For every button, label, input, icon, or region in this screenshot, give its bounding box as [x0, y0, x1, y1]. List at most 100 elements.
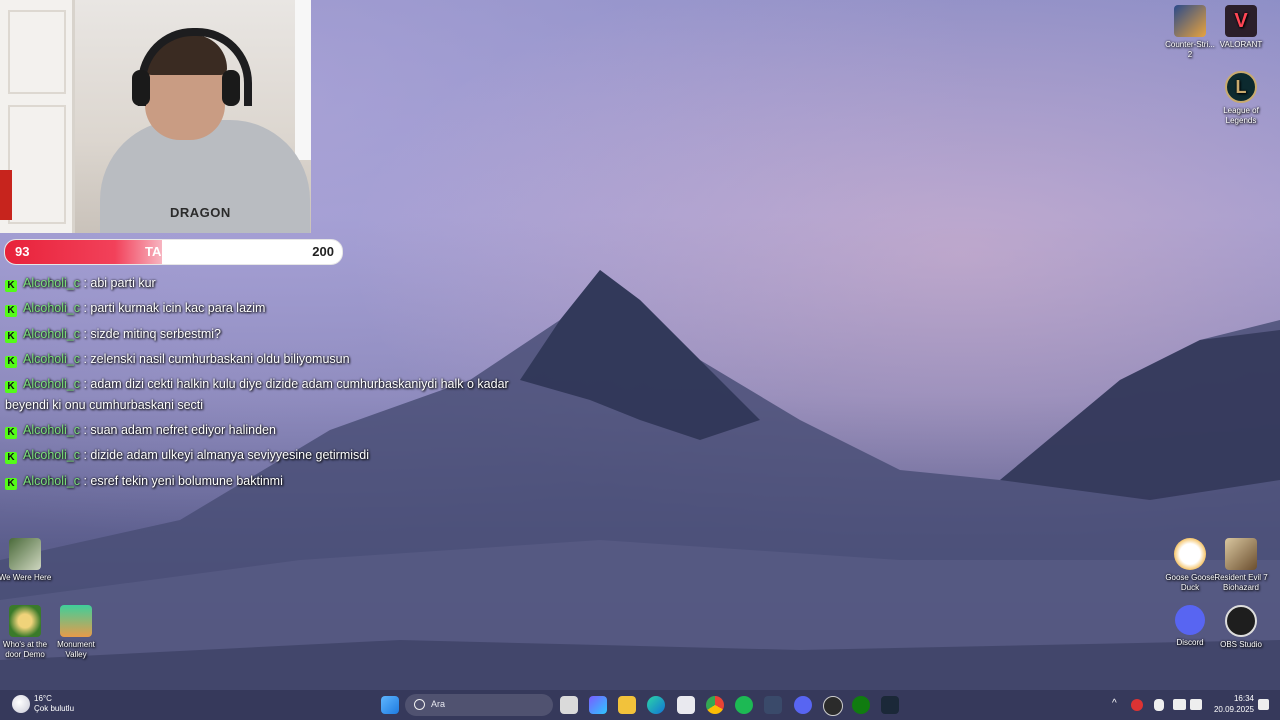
app-icon[interactable] [764, 696, 782, 714]
valorant-icon: V [1225, 5, 1257, 37]
chat-message: K Alcoholi_c : abi parti kur [5, 273, 525, 294]
webcam-red-light [0, 170, 12, 220]
desktop-icon-whos-at-door[interactable]: Who's at the door Demo [0, 605, 53, 660]
task-view-icon[interactable] [560, 696, 578, 714]
goose-icon [1174, 538, 1206, 570]
we-were-here-icon [9, 538, 41, 570]
desktop-icon-label: Goose Goose Duck [1165, 573, 1215, 592]
monument-valley-icon [60, 605, 92, 637]
chat-username: Alcoholi_c [23, 473, 80, 488]
shirt-text: DRAGON [170, 205, 231, 220]
windows-start-icon[interactable] [381, 696, 399, 714]
chat-username: Alcoholi_c [23, 422, 80, 437]
league-icon: L [1225, 71, 1257, 103]
chat-username: Alcoholi_c [23, 377, 80, 392]
discord-taskbar-icon[interactable] [794, 696, 812, 714]
chat-text: : suan adam nefret ediyor halinden [79, 422, 276, 437]
chat-message: K Alcoholi_c : esref tekin yeni bolumune … [5, 471, 525, 492]
chat-username: Alcoholi_c [23, 301, 80, 316]
taskbar: 16°C Çok bulutlu Ara ^ 16:34 20.09.2025 [0, 690, 1280, 720]
desktop-icon-label: VALORANT [1219, 40, 1263, 49]
desktop-icon-discord[interactable]: Discord [1162, 605, 1218, 648]
edge-icon[interactable] [647, 696, 665, 714]
desktop-icon-obs[interactable]: OBS Studio [1213, 605, 1269, 650]
desktop-icon-goose-goose-duck[interactable]: Goose Goose Duck [1162, 538, 1218, 593]
kick-badge-icon: K [5, 355, 17, 368]
webcam-window [295, 0, 311, 160]
kick-badge-icon: K [5, 330, 17, 343]
chat-username: Alcoholi_c [23, 326, 80, 341]
chat-username: Alcoholi_c [23, 276, 80, 290]
whos-at-door-icon [9, 605, 41, 637]
desktop-icon-league[interactable]: L League of Legends [1213, 71, 1269, 126]
desktop-icon-label: League of Legends [1223, 106, 1259, 125]
microphone-icon[interactable] [1154, 699, 1164, 711]
discord-icon [1175, 605, 1205, 635]
file-explorer-icon[interactable] [618, 696, 636, 714]
chat-text: : esref tekin yeni bolumune baktinmi [79, 473, 283, 488]
chat-message: K Alcoholi_c : zelenski nasil cumhurbaska… [5, 349, 525, 370]
kick-badge-icon: K [5, 280, 17, 292]
search-placeholder: Ara [431, 699, 446, 709]
chat-message: K Alcoholi_c : dizide adam ulkeyi almanya… [5, 445, 525, 466]
chat-username: Alcoholi_c [23, 448, 80, 463]
chat-username: Alcoholi_c [23, 351, 80, 366]
desktop-icon-label: Counter-Stri... 2 [1165, 40, 1215, 59]
chat-text: : adam dizi cekti halkin kulu diye dizid… [5, 377, 509, 412]
counter-strike-icon [1174, 5, 1206, 37]
chat-message: K Alcoholi_c : suan adam nefret ediyor ha… [5, 420, 525, 441]
clock-date: 20.09.2025 [1213, 705, 1254, 714]
obs-icon [1225, 605, 1257, 637]
obs-taskbar-icon[interactable] [823, 696, 843, 716]
spotify-icon[interactable] [735, 696, 753, 714]
desktop-icon-counter-strike[interactable]: Counter-Stri... 2 [1162, 5, 1218, 60]
desktop-icon-label: Monument Valley [57, 640, 95, 659]
tray-app-icon[interactable] [1131, 699, 1143, 711]
headset-ear-left [132, 70, 150, 106]
kick-badge-icon: K [5, 452, 17, 465]
chat-message: K Alcoholi_c : sizde mitinq serbestmi? [5, 324, 525, 345]
kick-badge-icon: K [5, 477, 17, 490]
taskbar-search[interactable]: Ara [405, 694, 553, 716]
desktop-icon-valorant[interactable]: V VALORANT [1213, 5, 1269, 50]
follower-goal-target: 200 [312, 244, 334, 259]
desktop-icon-we-were-here[interactable]: We Were Here [0, 538, 53, 583]
clock-time: 16:34 [1233, 694, 1254, 703]
desktop-icon-resident-evil[interactable]: Resident Evil 7 Biohazard [1213, 538, 1269, 593]
search-icon [414, 699, 425, 710]
follower-goal-current: 93 [15, 244, 30, 259]
steam-icon[interactable] [881, 696, 899, 714]
follower-goal-bar: 93 TAKIPSS 200 [4, 239, 343, 265]
xbox-icon[interactable] [852, 696, 870, 714]
store-icon[interactable] [677, 696, 695, 714]
chrome-icon[interactable] [706, 696, 724, 714]
clock[interactable]: 16:34 20.09.2025 [1210, 693, 1254, 715]
notification-bell-icon[interactable] [1258, 699, 1269, 710]
chat-text: : parti kurmak icin kac para lazim [79, 301, 266, 316]
weather-cloud-icon[interactable] [12, 695, 30, 713]
desktop-icon-label: Resident Evil 7 Biohazard [1214, 573, 1268, 592]
chat-text: : zelenski nasil cumhurbaskani oldu bili… [79, 351, 350, 366]
chat-text: : abi parti kur [79, 276, 156, 290]
network-icon[interactable] [1173, 699, 1186, 710]
webcam-overlay: DRAGON [0, 0, 311, 233]
chat-overlay: K Alcoholi_c : abi parti kur K Alcoholi_c … [5, 273, 525, 496]
kick-badge-icon: K [5, 426, 17, 439]
follower-goal-label: TAKIPSS [145, 244, 201, 259]
desktop-icon-label: Who's at the door Demo [2, 640, 48, 659]
chat-text: : sizde mitinq serbestmi? [79, 326, 222, 341]
headset-ear-right [222, 70, 240, 106]
chat-message: K Alcoholi_c : parti kurmak icin kac para… [5, 298, 525, 319]
kick-badge-icon: K [5, 305, 17, 318]
desktop-icon-label: We Were Here [0, 573, 52, 582]
desktop-icon-label: OBS Studio [1220, 640, 1262, 649]
desktop-icon-label: Discord [1176, 638, 1204, 647]
desktop-icon-monument-valley[interactable]: Monument Valley [48, 605, 104, 660]
chevron-up-icon[interactable]: ^ [1112, 698, 1117, 709]
kick-badge-icon: K [5, 381, 17, 394]
copilot-icon[interactable] [589, 696, 607, 714]
volume-icon[interactable] [1190, 699, 1202, 710]
weather-temp: 16°C [34, 694, 52, 703]
weather-widget[interactable]: 16°C Çok bulutlu [34, 694, 74, 714]
weather-desc: Çok bulutlu [34, 704, 75, 713]
